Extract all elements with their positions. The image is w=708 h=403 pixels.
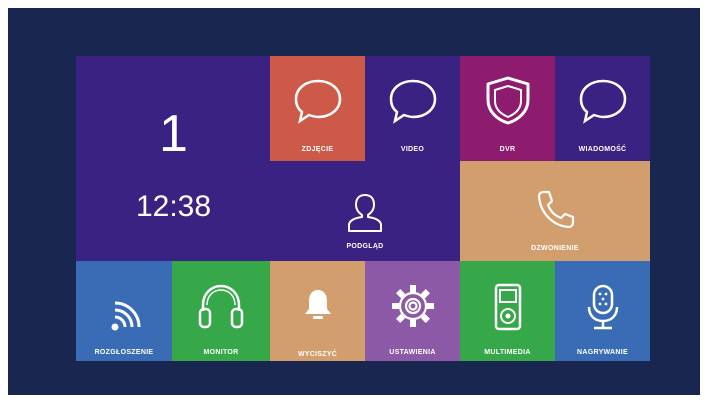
tile-video[interactable]: VIDEO [365,56,460,161]
tile-dzwonienie[interactable]: DZWONIENIE [460,161,650,261]
speech-bubble-icon [389,79,436,124]
tile-zdjecie[interactable]: ZDJĘCIE [270,56,365,161]
person-icon [348,194,382,232]
tile-wiadomosc[interactable]: WIADOMOŚĆ [555,56,650,161]
tile-ustawienia[interactable]: USTAWIENIA [365,261,460,361]
speech-bubble-icon [579,79,626,124]
tile-label: PODGLĄD [346,243,384,250]
tile-rozgloszenie[interactable]: ROZGŁOSZENIE [76,261,172,361]
tile-label: ZDJĘCIE [301,146,334,153]
broadcast-icon [111,301,141,331]
tile-label: NAGRYWANIE [577,349,628,356]
media-player-icon [494,283,521,331]
intercom-home-screen: 1 12:38 ZDJĘCIE VIDEO DVR WIADOMOŚĆ PODG… [8,8,700,395]
tile-label: MULTIMEDIA [484,349,531,356]
tile-dvr[interactable]: DVR [460,56,555,161]
tile-label: USTAWIENIA [389,349,436,356]
microphone-icon [587,284,618,330]
clock-tile: 1 12:38 [76,56,271,261]
gear-icon [391,285,434,327]
shield-icon [486,76,529,125]
tile-nagrywanie[interactable]: NAGRYWANIE [555,261,650,361]
tile-label: WYCISZYĆ [297,351,338,358]
tile-label: VIDEO [400,146,425,153]
speech-bubble-icon [294,79,341,124]
clock-day: 1 [159,105,188,163]
tile-monitor[interactable]: MONITOR [172,261,270,361]
tile-label: ROZGŁOSZENIE [94,349,154,356]
tile-multimedia[interactable]: MULTIMEDIA [460,261,555,361]
tile-label: MONITOR [203,349,239,356]
headphones-icon [198,284,244,329]
tile-label: WIADOMOŚĆ [578,146,627,153]
tile-wyciszyc[interactable]: WYCISZYĆ [270,261,365,361]
bell-icon [304,290,331,319]
tile-podglad[interactable]: PODGLĄD [270,161,460,261]
clock-time: 12:38 [135,190,212,223]
tile-label: DZWONIENIE [531,245,579,252]
phone-icon [537,190,575,229]
tile-label: DVR [499,146,516,153]
